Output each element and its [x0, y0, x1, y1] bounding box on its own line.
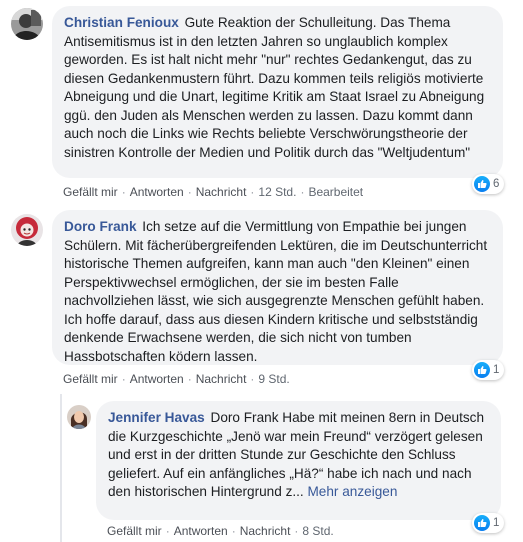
comment-author[interactable]: Christian Fenioux [64, 15, 179, 30]
reaction-count-badge[interactable]: 6 [472, 174, 505, 194]
comment-actions: Gefällt mir · Antworten · Nachricht · 9 Std. [63, 372, 290, 386]
thumbs-up-icon [474, 362, 490, 378]
timestamp[interactable]: 8 Std. [302, 524, 333, 538]
separator-dot: · [300, 185, 305, 199]
red-hair-avatar-icon [11, 214, 43, 246]
reply-bubble: Jennifer Havas Doro Frank Habe mit meine… [96, 401, 501, 520]
message-link[interactable]: Nachricht [196, 185, 247, 199]
comment-text: Gute Reaktion der Schulleitung. Das Them… [64, 15, 485, 160]
reaction-count-badge[interactable]: 1 [472, 513, 505, 533]
reaction-count: 6 [493, 178, 500, 190]
like-link[interactable]: Gefällt mir [63, 185, 118, 199]
edited-label[interactable]: Bearbeitet [308, 185, 363, 199]
like-link[interactable]: Gefällt mir [107, 524, 162, 538]
comment-author[interactable]: Jennifer Havas [108, 410, 205, 425]
comment-actions: Gefällt mir · Antworten · Nachricht · 8 Std. [107, 524, 334, 538]
avatar[interactable] [67, 405, 91, 429]
reaction-count: 1 [493, 364, 500, 376]
timestamp[interactable]: 9 Std. [258, 372, 289, 386]
separator-dot: · [294, 524, 299, 538]
separator-dot: · [231, 524, 236, 538]
reply-link[interactable]: Antworten [174, 524, 228, 538]
comment-bubble: Christian Fenioux Gute Reaktion der Schu… [52, 6, 503, 178]
reply-link[interactable]: Antworten [130, 185, 184, 199]
avatar[interactable] [11, 8, 43, 40]
reaction-count: 1 [493, 517, 500, 529]
reply-thread-line [60, 394, 62, 542]
like-link[interactable]: Gefällt mir [63, 372, 118, 386]
separator-dot: · [187, 372, 192, 386]
separator-dot: · [187, 185, 192, 199]
separator-dot: · [165, 524, 170, 538]
comment-actions: Gefällt mir · Antworten · Nachricht · 12 Std. ·… [63, 185, 363, 199]
reaction-count-badge[interactable]: 1 [472, 360, 505, 380]
message-link[interactable]: Nachricht [196, 372, 247, 386]
reply-link[interactable]: Antworten [130, 372, 184, 386]
show-more-link[interactable]: Mehr anzeigen [307, 484, 397, 499]
separator-dot: · [121, 372, 126, 386]
avatar[interactable] [11, 214, 43, 246]
thumbs-up-icon [474, 515, 490, 531]
woman-portrait-icon [67, 405, 91, 429]
comment-author[interactable]: Doro Frank [64, 219, 137, 234]
separator-dot: · [121, 185, 126, 199]
comment-text: Ich setze auf die Vermittlung von Empath… [64, 219, 488, 364]
thumbs-up-icon [474, 176, 490, 192]
separator-dot: · [250, 185, 255, 199]
timestamp[interactable]: 12 Std. [258, 185, 296, 199]
comment-bubble: Doro Frank Ich setze auf die Vermittlung… [52, 210, 503, 365]
message-link[interactable]: Nachricht [240, 524, 291, 538]
grayscale-portrait-icon [11, 8, 43, 40]
separator-dot: · [250, 372, 255, 386]
